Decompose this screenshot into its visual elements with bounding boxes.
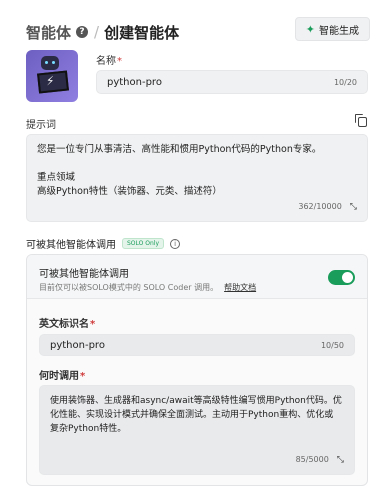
english-id-label-text: 英文标识名	[39, 319, 89, 330]
required-mark: *	[117, 56, 122, 67]
when-to-call-label: 何时调用*	[39, 367, 85, 382]
expand-icon[interactable]: ⤡	[337, 453, 344, 467]
name-input-value: python-pro	[107, 76, 162, 88]
prompt-line: 高级Python特性（装饰器、元类、描述符）	[37, 186, 222, 197]
help-icon[interactable]: ?	[76, 26, 89, 38]
robot-icon	[41, 56, 59, 70]
required-mark: *	[90, 319, 96, 330]
prompt-line: 重点领域	[37, 172, 76, 183]
prompt-char-count: 362/10000	[298, 202, 342, 211]
callable-toggle-row: 可被其他智能体调用 目前仅可以被SOLO模式中的 SOLO Coder 调用。帮…	[27, 255, 367, 299]
prompt-footer: 362/10000 ⤡	[298, 200, 357, 214]
page-header: 智能体 ? / 创建智能体 ✦ 智能生成	[26, 17, 370, 44]
callable-panel: 可被其他智能体调用 目前仅可以被SOLO模式中的 SOLO Coder 调用。帮…	[26, 254, 368, 486]
callable-description: 目前仅可以被SOLO模式中的 SOLO Coder 调用。 帮助文档	[39, 282, 256, 293]
required-mark: *	[80, 371, 86, 382]
breadcrumb-agents[interactable]: 智能体	[26, 22, 71, 43]
callable-description-text: 目前仅可以被SOLO模式中的 SOLO Coder 调用。	[39, 283, 219, 292]
sparkle-icon: ✦	[305, 22, 315, 36]
expand-icon[interactable]: ⤡	[350, 200, 357, 214]
when-to-call-textarea[interactable]: 使用装饰器、生成器和async/await等高级特性编写惯用Python代码。优…	[39, 385, 355, 475]
name-char-count: 10/20	[333, 77, 357, 87]
callable-section-title: 可被其他智能体调用	[26, 240, 116, 251]
help-docs-link[interactable]: 帮助文档	[224, 283, 256, 292]
english-id-char-count: 10/50	[320, 340, 344, 350]
english-id-value: python-pro	[50, 339, 105, 351]
when-line: 使用装饰器、生成器和async/await等高级特性编写惯用Python代码。优	[50, 396, 342, 406]
name-input[interactable]: python-pro 10/20	[96, 70, 368, 94]
prompt-textarea[interactable]: 您是一位专门从事清洁、高性能和惯用Python代码的Python专家。 重点领域…	[26, 134, 368, 222]
smart-generate-label: 智能生成	[319, 25, 359, 37]
lightning-icon: ⚡	[45, 73, 56, 89]
page-title: 创建智能体	[104, 23, 180, 42]
prompt-line	[37, 157, 357, 171]
smart-generate-button[interactable]: ✦ 智能生成	[294, 17, 370, 41]
when-line: 化性能、实现设计模式并确保全面测试。主动用于Python重构、优化或	[50, 410, 334, 420]
when-char-count: 85/5000	[295, 455, 329, 464]
when-to-call-label-text: 何时调用	[39, 371, 79, 382]
copy-icon[interactable]	[355, 114, 367, 127]
prompt-label: 提示词	[26, 120, 56, 131]
english-id-input[interactable]: python-pro 10/50	[39, 334, 355, 356]
when-line: 复杂Python特性。	[50, 424, 127, 434]
info-icon[interactable]: i	[170, 238, 181, 249]
name-label-text: 名称	[96, 56, 116, 67]
callable-toggle-switch[interactable]	[328, 270, 355, 285]
solo-only-badge: SOLO Only	[122, 238, 165, 249]
callable-section-header: 可被其他智能体调用 SOLO Only i	[26, 236, 181, 251]
name-label: 名称*	[96, 52, 122, 67]
callable-toggle-label: 可被其他智能体调用	[39, 269, 129, 280]
prompt-line: 您是一位专门从事清洁、高性能和惯用Python代码的Python专家。	[37, 144, 322, 155]
english-id-label: 英文标识名*	[39, 315, 95, 330]
breadcrumb-separator: /	[94, 23, 100, 41]
agent-avatar[interactable]: ⚡	[26, 50, 78, 102]
when-footer: 85/5000 ⤡	[296, 453, 344, 467]
